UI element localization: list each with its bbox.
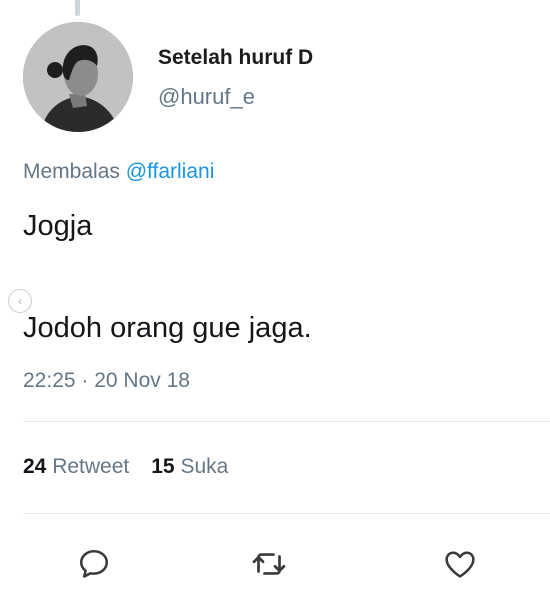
like-button[interactable]	[440, 544, 480, 584]
like-stat[interactable]: 15 Suka	[151, 455, 228, 478]
reply-mention-link[interactable]: @ffarliani	[126, 160, 215, 183]
engagement-stats: 24 Retweet 15 Suka	[23, 455, 228, 479]
retweet-icon	[252, 553, 286, 575]
heart-icon	[445, 551, 475, 578]
retweet-stat[interactable]: 24 Retweet	[23, 455, 129, 478]
tweet-line: Jogja	[23, 210, 93, 242]
tweet-line: Jodoh orang gue jaga.	[23, 312, 312, 344]
like-label: Suka	[180, 455, 229, 478]
tweet-timestamp[interactable]: 22:25 · 20 Nov 18	[23, 369, 190, 393]
reply-icon	[79, 549, 109, 578]
retweet-button[interactable]	[249, 544, 289, 584]
author-display-name[interactable]: Setelah huruf D	[158, 46, 313, 70]
reply-context: Membalas @ffarliani	[23, 160, 214, 184]
avatar-photo	[23, 22, 133, 132]
retweet-count: 24	[23, 455, 47, 478]
thread-connector-line	[75, 0, 80, 16]
author-handle[interactable]: @huruf_e	[158, 84, 255, 110]
reply-button[interactable]	[74, 544, 114, 584]
divider	[23, 513, 550, 514]
retweet-label: Retweet	[52, 455, 130, 478]
avatar[interactable]	[23, 22, 133, 132]
reply-prefix: Membalas	[23, 160, 120, 183]
tweet-text: Jogja Jodoh orang gue jaga.	[23, 208, 533, 346]
carousel-prev-icon[interactable]: ‹	[8, 289, 32, 313]
divider	[23, 421, 550, 422]
like-count: 15	[151, 455, 175, 478]
